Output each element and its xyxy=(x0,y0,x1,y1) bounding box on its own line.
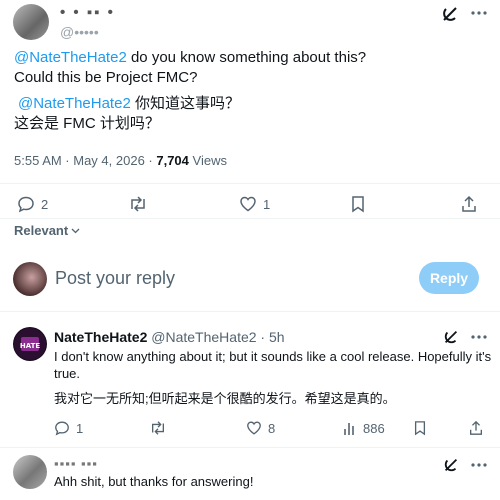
divider xyxy=(0,183,500,184)
reply1-translated: 我对它一无所知;但听起来是个很酷的发行。希望这是真的。 xyxy=(54,391,396,406)
views-label: Views xyxy=(188,153,227,168)
reply-count: 2 xyxy=(41,196,49,212)
translated-line1: 你知道这事吗？ xyxy=(130,95,240,112)
tweet-text: @NateTheHate2 do you know something abou… xyxy=(14,48,484,88)
reply1-handle[interactable]: @NateTheHate2 · 5h xyxy=(151,329,284,345)
bookmark-action[interactable] xyxy=(350,195,366,213)
heart-icon xyxy=(240,196,256,212)
translated-mention-link[interactable]: @NateTheHate2 xyxy=(18,95,131,112)
reply1-reply-count: 1 xyxy=(76,420,84,436)
views-count: 7,704 xyxy=(156,153,189,168)
reply-button[interactable]: Reply xyxy=(419,262,479,294)
reply1-header: NateTheHate2 @NateTheHate2 · 5h xyxy=(54,329,285,345)
reply1-share-action[interactable] xyxy=(468,420,484,436)
tweet-text-line1: do you know something about this? xyxy=(126,49,367,66)
reply-composer-input[interactable]: Post your reply xyxy=(55,268,175,289)
reply1-text-line1: I don't know anything about it; but it s… xyxy=(54,349,492,364)
divider xyxy=(0,311,500,312)
repost-icon xyxy=(152,421,164,435)
reply1-text-line2: true. xyxy=(54,366,81,381)
translated-text: @NateTheHate2 你知道这事吗？ 这会是 FMC 计划吗？ xyxy=(14,94,484,134)
reply1-avatar[interactable]: HATE xyxy=(13,327,47,361)
reply1-like-count: 8 xyxy=(268,420,276,436)
reply-icon xyxy=(18,196,34,213)
composer-avatar xyxy=(13,262,47,296)
like-count: 1 xyxy=(263,196,271,212)
share-action[interactable] xyxy=(460,195,478,213)
sort-dropdown[interactable]: Relevant xyxy=(14,223,80,238)
share-icon xyxy=(470,420,482,435)
sort-label: Relevant xyxy=(14,223,69,238)
author-handle[interactable]: @••••• xyxy=(60,24,99,40)
reply1-more-icon[interactable] xyxy=(470,334,488,340)
reply-action[interactable]: 2 xyxy=(17,195,48,213)
reply1-repost-action[interactable] xyxy=(149,420,167,436)
tweet-meta: 5:55 AM · May 4, 2026 · 7,704 Views xyxy=(14,153,227,168)
author-name[interactable]: • • ▪▪ • xyxy=(60,4,115,21)
reply1-bookmark-action[interactable] xyxy=(413,420,427,436)
reply1-reply-action[interactable]: 1 xyxy=(54,420,83,436)
reply1-like-action[interactable]: 8 xyxy=(246,420,275,436)
reply1-text: I don't know anything about it; but it s… xyxy=(54,348,494,382)
divider xyxy=(0,447,500,448)
repost-action[interactable] xyxy=(128,195,148,213)
reply2-grok-icon[interactable] xyxy=(442,456,460,474)
tweet-text-line2: Could this be Project FMC? xyxy=(14,69,198,86)
analytics-icon xyxy=(344,423,354,435)
timestamp[interactable]: 5:55 AM · May 4, 2026 · xyxy=(14,153,156,168)
heart-icon xyxy=(247,421,261,435)
svg-text:HATE: HATE xyxy=(20,342,41,350)
author-avatar[interactable] xyxy=(13,4,49,40)
divider xyxy=(0,218,500,219)
repost-icon xyxy=(131,196,145,212)
grok-icon[interactable] xyxy=(440,4,460,24)
more-options-icon[interactable] xyxy=(470,10,488,16)
reply1-grok-icon[interactable] xyxy=(442,328,460,346)
reply1-name[interactable]: NateTheHate2 xyxy=(54,329,147,345)
translated-line2: 这会是 FMC 计划吗？ xyxy=(14,115,160,132)
like-action[interactable]: 1 xyxy=(239,195,270,213)
reply1-views-count: 886 xyxy=(363,420,385,436)
reply2-text: Ahh shit, but thanks for answering! xyxy=(54,474,254,489)
reply2-avatar[interactable] xyxy=(13,455,47,489)
share-icon xyxy=(462,195,476,212)
reply2-more-icon[interactable] xyxy=(470,462,488,468)
reply1-views-action[interactable]: 886 xyxy=(343,420,385,436)
bookmark-icon xyxy=(352,196,364,213)
bookmark-icon xyxy=(414,421,426,436)
reply2-name[interactable]: ▪▪▪▪ ▪▪▪ xyxy=(54,456,98,471)
mention-link[interactable]: @NateTheHate2 xyxy=(14,49,127,66)
reply-icon xyxy=(55,421,69,436)
chevron-down-icon xyxy=(71,228,80,233)
